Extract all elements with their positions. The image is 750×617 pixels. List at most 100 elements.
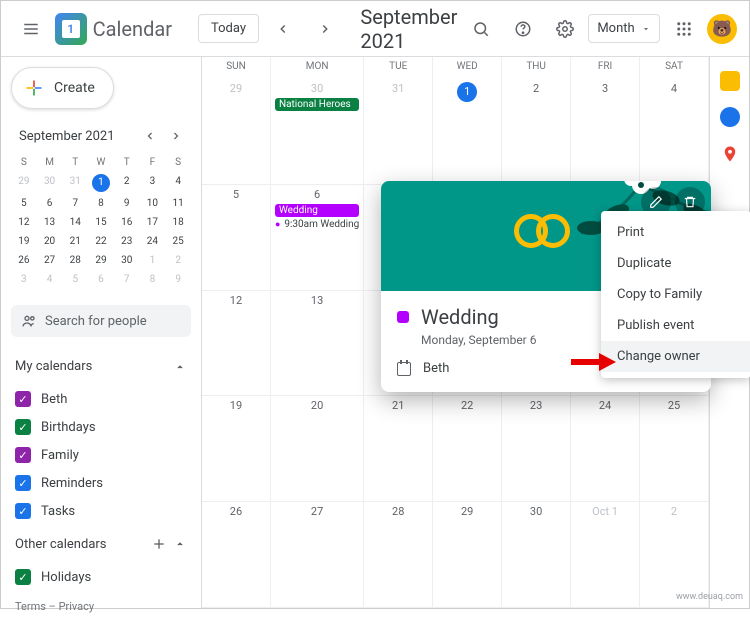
event-chip[interactable]: Wedding: [275, 204, 359, 217]
day-cell[interactable]: 26: [202, 502, 271, 608]
checkbox-icon[interactable]: ✓: [15, 419, 31, 435]
view-selector[interactable]: Month: [588, 14, 659, 43]
mini-day[interactable]: 6: [37, 194, 63, 213]
day-cell[interactable]: 2: [502, 79, 571, 185]
checkbox-icon[interactable]: ✓: [15, 391, 31, 407]
day-cell[interactable]: 20: [271, 396, 364, 502]
maps-icon[interactable]: [721, 143, 739, 169]
help-icon[interactable]: [505, 11, 541, 47]
mini-day[interactable]: 24: [140, 232, 166, 251]
mini-day[interactable]: 28: [62, 251, 88, 270]
day-cell[interactable]: 28: [364, 502, 433, 608]
calendar-item[interactable]: ✓Family: [11, 442, 191, 468]
create-button[interactable]: Create: [11, 67, 114, 109]
mini-day[interactable]: 8: [88, 194, 114, 213]
mini-day[interactable]: 9: [114, 194, 140, 213]
menu-item-publish-event[interactable]: Publish event: [601, 310, 750, 341]
day-cell[interactable]: 13: [271, 291, 364, 397]
next-month-icon[interactable]: [307, 11, 343, 47]
mini-prev-icon[interactable]: [139, 125, 161, 147]
keep-icon[interactable]: [720, 71, 740, 91]
day-cell[interactable]: 4: [640, 79, 709, 185]
mini-day[interactable]: 7: [62, 194, 88, 213]
mini-day[interactable]: 2: [165, 251, 191, 270]
main-menu-icon[interactable]: [13, 11, 49, 47]
day-cell[interactable]: Oct 1: [571, 502, 640, 608]
calendar-item[interactable]: ✓Holidays: [11, 564, 191, 590]
mini-day[interactable]: 15: [88, 213, 114, 232]
search-icon[interactable]: [463, 11, 499, 47]
footer-links[interactable]: Terms – Privacy: [11, 596, 191, 617]
mini-day[interactable]: 8: [140, 270, 166, 289]
mini-day[interactable]: 12: [11, 213, 37, 232]
day-cell[interactable]: 21: [364, 396, 433, 502]
mini-day[interactable]: 1: [140, 251, 166, 270]
day-cell[interactable]: 29: [202, 79, 271, 185]
mini-day[interactable]: 9: [165, 270, 191, 289]
mini-day[interactable]: 5: [62, 270, 88, 289]
add-calendar-icon[interactable]: [151, 536, 167, 552]
mini-day[interactable]: 20: [37, 232, 63, 251]
mini-day[interactable]: 4: [37, 270, 63, 289]
prev-month-icon[interactable]: [265, 11, 301, 47]
apps-icon[interactable]: [666, 11, 702, 47]
day-cell[interactable]: 31: [364, 79, 433, 185]
day-cell[interactable]: 25: [640, 396, 709, 502]
calendar-item[interactable]: ✓Birthdays: [11, 414, 191, 440]
mini-day[interactable]: 30: [37, 172, 63, 194]
day-cell[interactable]: 5: [202, 185, 271, 291]
mini-day[interactable]: 3: [11, 270, 37, 289]
mini-day[interactable]: 17: [140, 213, 166, 232]
mini-day[interactable]: 31: [62, 172, 88, 194]
menu-item-duplicate[interactable]: Duplicate: [601, 248, 750, 279]
menu-item-change-owner[interactable]: Change owner: [601, 341, 750, 372]
day-cell[interactable]: 22: [433, 396, 502, 502]
day-cell[interactable]: 1: [433, 79, 502, 185]
checkbox-icon[interactable]: ✓: [15, 569, 31, 585]
mini-day[interactable]: 13: [37, 213, 63, 232]
today-button[interactable]: Today: [198, 14, 259, 43]
mini-day[interactable]: 5: [11, 194, 37, 213]
account-avatar[interactable]: 🐻: [707, 14, 737, 44]
mini-day[interactable]: 16: [114, 213, 140, 232]
mini-day[interactable]: 11: [165, 194, 191, 213]
mini-next-icon[interactable]: [165, 125, 187, 147]
menu-item-print[interactable]: Print: [601, 217, 750, 248]
other-calendars-toggle[interactable]: Other calendars: [11, 530, 191, 558]
settings-icon[interactable]: [547, 11, 583, 47]
event-chip[interactable]: National Heroes: [275, 98, 359, 111]
mini-day[interactable]: 7: [114, 270, 140, 289]
day-cell[interactable]: 23: [502, 396, 571, 502]
event-item[interactable]: 9:30am Wedding: [275, 219, 359, 230]
search-people-input[interactable]: Search for people: [11, 305, 191, 337]
day-cell[interactable]: 3: [571, 79, 640, 185]
mini-day[interactable]: 25: [165, 232, 191, 251]
calendar-item[interactable]: ✓Tasks: [11, 498, 191, 524]
tasks-icon[interactable]: [720, 107, 740, 127]
menu-item-copy-to-family[interactable]: Copy to Family: [601, 279, 750, 310]
mini-day[interactable]: 22: [88, 232, 114, 251]
day-cell[interactable]: 6Wedding9:30am Wedding: [271, 185, 364, 291]
calendar-item[interactable]: ✓Beth: [11, 386, 191, 412]
mini-day[interactable]: 3: [140, 172, 166, 194]
mini-day[interactable]: 30: [114, 251, 140, 270]
day-cell[interactable]: 30: [502, 502, 571, 608]
my-calendars-toggle[interactable]: My calendars: [11, 353, 191, 380]
mini-day[interactable]: 18: [165, 213, 191, 232]
mini-day[interactable]: 29: [88, 251, 114, 270]
mini-day[interactable]: 27: [37, 251, 63, 270]
day-cell[interactable]: 27: [271, 502, 364, 608]
mini-day[interactable]: 6: [88, 270, 114, 289]
mini-day[interactable]: 29: [11, 172, 37, 194]
day-cell[interactable]: 30National Heroes: [271, 79, 364, 185]
checkbox-icon[interactable]: ✓: [15, 475, 31, 491]
mini-day[interactable]: 14: [62, 213, 88, 232]
mini-day[interactable]: 21: [62, 232, 88, 251]
checkbox-icon[interactable]: ✓: [15, 447, 31, 463]
mini-day[interactable]: 10: [140, 194, 166, 213]
mini-day[interactable]: 2: [114, 172, 140, 194]
app-logo[interactable]: 1 Calendar: [55, 13, 192, 45]
mini-day[interactable]: 4: [165, 172, 191, 194]
mini-day[interactable]: 23: [114, 232, 140, 251]
day-cell[interactable]: 29: [433, 502, 502, 608]
